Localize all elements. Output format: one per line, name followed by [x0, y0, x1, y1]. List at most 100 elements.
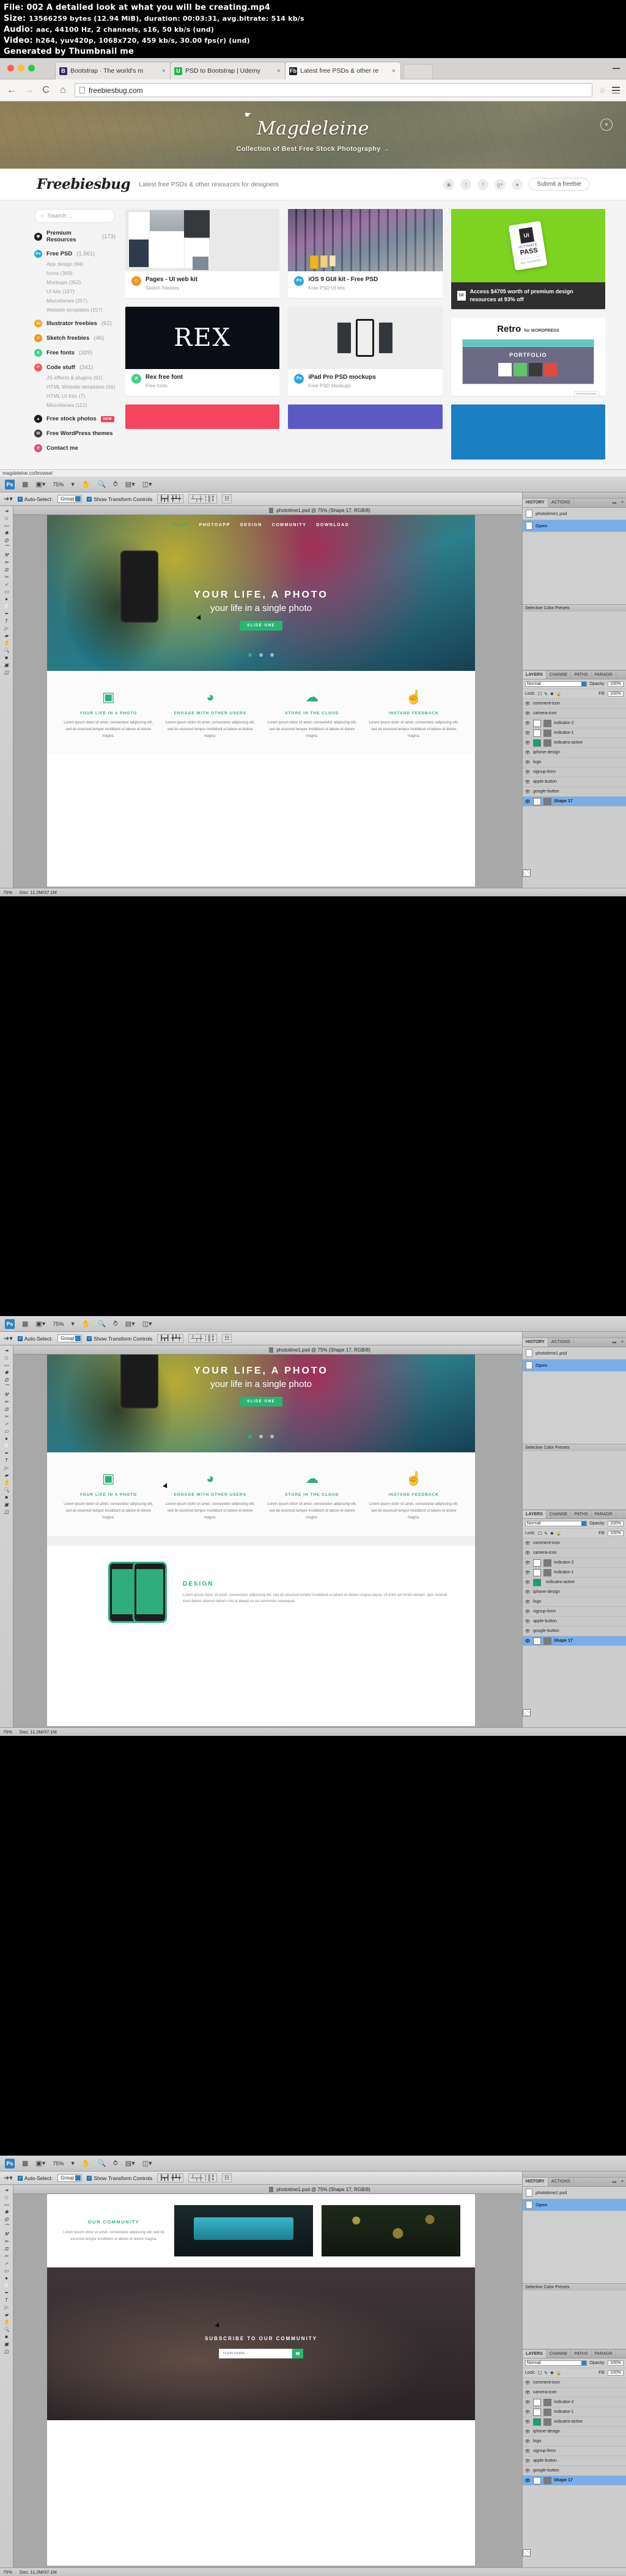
brush-tool-icon[interactable]: ✏	[4, 2238, 9, 2245]
shape-tool-icon[interactable]: ▰	[4, 1472, 8, 1479]
ad-cta-bar[interactable]: UI Access $4705 worth of premium design …	[451, 282, 605, 309]
bridge-icon[interactable]: ▦	[22, 480, 28, 488]
move-tool-icon[interactable]: ➔▾	[4, 1334, 13, 1342]
align-tools-group[interactable]: ┣┳┫ ╋┻┿	[157, 1334, 184, 1343]
sidebar-subitem[interactable]: Miscellanea (112)	[46, 402, 116, 408]
distribute-tools-group[interactable]: ┴┬┼ ╎║╏	[188, 1334, 218, 1343]
collapse-panel-icon[interactable]: ◂◂	[609, 1338, 619, 1347]
blur-tool-icon[interactable]: ●	[5, 2275, 8, 2281]
sidebar-subitem[interactable]: UI kits (157)	[46, 288, 116, 295]
clone-stamp-tool-icon[interactable]: ⚖	[4, 2245, 9, 2252]
layer-visibility-icon[interactable]: 👁	[525, 2380, 531, 2385]
view-extras-icon[interactable]: ▣▾	[35, 480, 45, 488]
lock-all-icon[interactable]: 🔒	[556, 692, 562, 697]
twitter-icon[interactable]: t	[460, 178, 472, 190]
close-window-icon[interactable]	[7, 65, 14, 71]
browser-tab-1[interactable]: U PSD to Bootstrap | Udemy ×	[170, 62, 286, 79]
layer-row[interactable]: 👁 camera-icon	[523, 1548, 626, 1716]
history-state-open[interactable]: Open	[523, 1359, 626, 1372]
layer-visibility-icon[interactable]: 👁	[525, 770, 531, 775]
layer-visibility-icon[interactable]: 👁	[525, 731, 531, 736]
shape-tool-icon[interactable]: ▰	[4, 632, 8, 639]
slider-dot[interactable]	[259, 1435, 263, 1438]
auto-select-group-dropdown[interactable]: Group	[57, 2174, 83, 2182]
layer-row[interactable]: 👁 apple-button	[523, 2456, 626, 2556]
search-input[interactable]: ⌕ Search ...	[34, 209, 116, 223]
quick-mask-icon[interactable]: ▣	[4, 1501, 9, 1508]
chevron-down-icon[interactable]: ▾	[71, 1320, 75, 1328]
eyedropper-tool-icon[interactable]: ⏜	[4, 2223, 9, 2230]
ps-artboard[interactable]: OUR COMMUNITY Lorem ipsum dolor sit amet…	[47, 2194, 475, 2566]
lasso-tool-icon[interactable]: ⧟	[4, 522, 9, 529]
healing-tool-icon[interactable]: ⚒	[4, 1391, 9, 1398]
ad-retro-wordpress[interactable]: Retro for WORDPRESS PORTFOLIO SPONSORED	[451, 318, 605, 396]
lasso-tool-icon[interactable]: ⧟	[4, 2201, 9, 2208]
sidebar-item-free-stock-photos[interactable]: ▲ Free stock photos NEW	[34, 415, 116, 423]
dodge-tool-icon[interactable]: ⚪	[4, 1443, 10, 1449]
slider-dot-active[interactable]	[248, 1435, 252, 1438]
lock-transparent-icon[interactable]: ☐	[538, 1531, 542, 1536]
foreground-color-swatch[interactable]: ■	[5, 654, 8, 661]
magdeleine-banner[interactable]: Magdeleine Collection of Best Free Stock…	[0, 101, 626, 169]
fill-value[interactable]: 100%	[608, 691, 624, 697]
eraser-tool-icon[interactable]: ⌿	[5, 2260, 8, 2267]
layer-row[interactable]: 👁 indicator-2	[523, 1558, 626, 1568]
layer-row[interactable]: 👁 indicator-2	[523, 2398, 626, 2407]
history-brush-tool-icon[interactable]: ✂	[4, 2253, 9, 2259]
layer-visibility-icon[interactable]: 👁	[525, 2410, 531, 2415]
opacity-value[interactable]: 100%	[608, 681, 624, 687]
marquee-tool-icon[interactable]: □	[5, 2194, 8, 2201]
blur-tool-icon[interactable]: ●	[5, 596, 8, 602]
subscribe-form[interactable]: ✉	[219, 2349, 303, 2358]
layer-row[interactable]: 👁 indicator-1	[523, 1568, 626, 1578]
browser-tab-0[interactable]: B Bootstrap · The world's m ×	[55, 62, 171, 79]
slider-dot[interactable]	[270, 1435, 274, 1438]
eyedropper-tool-icon[interactable]: ⏜	[4, 544, 9, 551]
tab-history[interactable]: HISTORY	[523, 2178, 548, 2186]
minimize-window-icon[interactable]	[18, 65, 24, 71]
layer-visibility-icon[interactable]: 👁	[525, 2478, 531, 2483]
resource-card[interactable]	[125, 404, 280, 429]
path-select-tool-icon[interactable]: ▷	[4, 2304, 8, 2311]
layer-row[interactable]: 👁 logo	[523, 2437, 626, 2556]
pen-tool-icon[interactable]: ✒	[4, 610, 9, 617]
layer-row[interactable]: 👁 iphone-design	[523, 1587, 626, 1716]
dock-drag-handle[interactable]	[523, 492, 626, 499]
ad-ultimate-pass[interactable]: UI ULTIMATE PASS ALL ACCESS UI Access $4…	[451, 209, 605, 309]
layer-visibility-icon[interactable]: 👁	[525, 750, 531, 755]
tab-paths[interactable]: PATHS	[571, 1510, 592, 1518]
ps-tools-panel[interactable]: ➔ □ ⧟ ✱ ⏣ ⏜ ⚒ ✏ ⚖ ✂ ⌿ ▭ ● ⚪ ✒ T ▷ ▰ ✋ 🔍 …	[0, 2185, 13, 2567]
layer-visibility-icon[interactable]: 👁	[525, 1600, 531, 1605]
history-document-row[interactable]: phototime1.psd	[523, 508, 626, 520]
auto-select-group-dropdown[interactable]: Group	[57, 1334, 83, 1342]
move-tool-icon[interactable]: ➔▾	[4, 2174, 13, 2182]
hand-tool-icon[interactable]: ✋	[4, 1479, 10, 1486]
history-document-row[interactable]: phototime1.psd	[523, 1347, 626, 1359]
layer-row[interactable]: 👁 indicator-1	[523, 2407, 626, 2417]
zoom-tool-icon[interactable]: 🔍	[4, 1487, 10, 1493]
sidebar-item-code-stuff[interactable]: /> Code stuff (341)	[34, 364, 116, 371]
blend-mode-dropdown[interactable]: Normal	[525, 2360, 587, 2366]
type-tool-icon[interactable]: T	[5, 1457, 8, 1464]
pen-tool-icon[interactable]: ✒	[4, 1450, 9, 1457]
panel-menu-icon[interactable]: ≡	[619, 1338, 626, 1347]
layer-visibility-icon[interactable]: 👁	[525, 701, 531, 706]
sidebar-subitem[interactable]: Website templates (157)	[46, 307, 116, 313]
layer-row[interactable]: 👁 comment-icon	[523, 699, 626, 877]
layer-visibility-icon[interactable]: 👁	[525, 2468, 531, 2473]
layer-visibility-icon[interactable]: 👁	[525, 1551, 531, 1556]
nav-item-design[interactable]: DESIGN	[240, 523, 262, 527]
layer-visibility-icon[interactable]: 👁	[525, 2429, 531, 2434]
layer-visibility-icon[interactable]: 👁	[525, 2420, 531, 2424]
fill-value[interactable]: 100%	[608, 2370, 624, 2376]
window-traffic-lights[interactable]	[7, 65, 35, 71]
align-tools-group[interactable]: ┣┳┫ ╋┻┿	[157, 494, 184, 503]
tab-paragraph[interactable]: PARAGR	[592, 671, 616, 679]
layer-row[interactable]: 👁 indicatro-active	[523, 2417, 626, 2427]
layer-visibility-icon[interactable]: 👁	[525, 741, 531, 745]
address-bar[interactable]: freebiesbug.com	[75, 83, 593, 97]
status-zoom-level[interactable]: 75%	[3, 890, 12, 895]
sidebar-subitem[interactable]: JS effects & plugins (91)	[46, 375, 116, 381]
quick-mask-icon[interactable]: ▣	[4, 2341, 9, 2347]
layer-row[interactable]: 👁 google-button	[523, 787, 626, 877]
